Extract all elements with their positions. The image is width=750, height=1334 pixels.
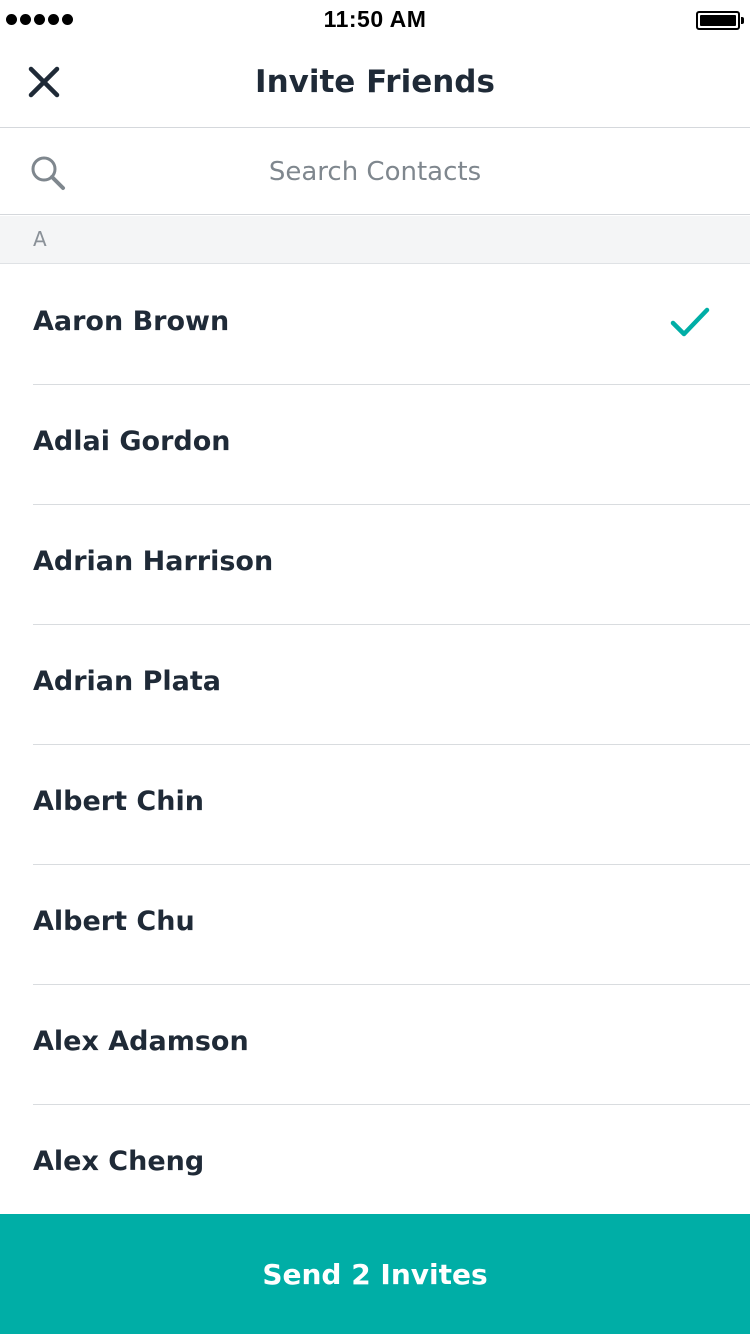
- navigation-bar: Invite Friends: [0, 40, 750, 128]
- contact-name: Adrian Harrison: [33, 546, 274, 577]
- contact-row[interactable]: Albert Chu: [0, 865, 750, 985]
- section-header: A: [0, 216, 750, 264]
- contact-name: Albert Chin: [33, 786, 204, 817]
- contact-row[interactable]: Aaron Brown: [0, 265, 750, 385]
- status-time: 11:50 AM: [323, 6, 427, 32]
- contact-name: Alex Adamson: [33, 1026, 249, 1057]
- contact-name: Adlai Gordon: [33, 426, 231, 457]
- contact-row[interactable]: Alex Adamson: [0, 985, 750, 1105]
- search-input[interactable]: [90, 147, 660, 197]
- search-icon: [31, 156, 65, 190]
- contact-row[interactable]: Adrian Plata: [0, 625, 750, 745]
- contact-name: Alex Cheng: [33, 1146, 205, 1177]
- status-bar: 11:50 AM: [0, 0, 750, 40]
- contact-name: Albert Chu: [33, 906, 195, 937]
- battery-icon: [696, 11, 744, 30]
- invite-friends-screen: 11:50 AM Invite Friends A Aaron Brown: [0, 0, 750, 1334]
- contact-row[interactable]: Adrian Harrison: [0, 505, 750, 625]
- send-invites-button[interactable]: Send 2 Invites: [0, 1214, 750, 1334]
- contact-row[interactable]: Adlai Gordon: [0, 385, 750, 505]
- search-bar: [0, 129, 750, 215]
- checkmark-icon: [670, 307, 710, 337]
- section-letter: A: [33, 227, 47, 251]
- page-title: Invite Friends: [255, 64, 495, 100]
- contact-row[interactable]: Alex Cheng: [0, 1105, 750, 1225]
- contact-name: Aaron Brown: [33, 306, 230, 337]
- contact-list: Aaron Brown Adlai Gordon Adrian Harrison…: [0, 265, 750, 1225]
- contact-name: Adrian Plata: [33, 666, 222, 697]
- contact-row[interactable]: Albert Chin: [0, 745, 750, 865]
